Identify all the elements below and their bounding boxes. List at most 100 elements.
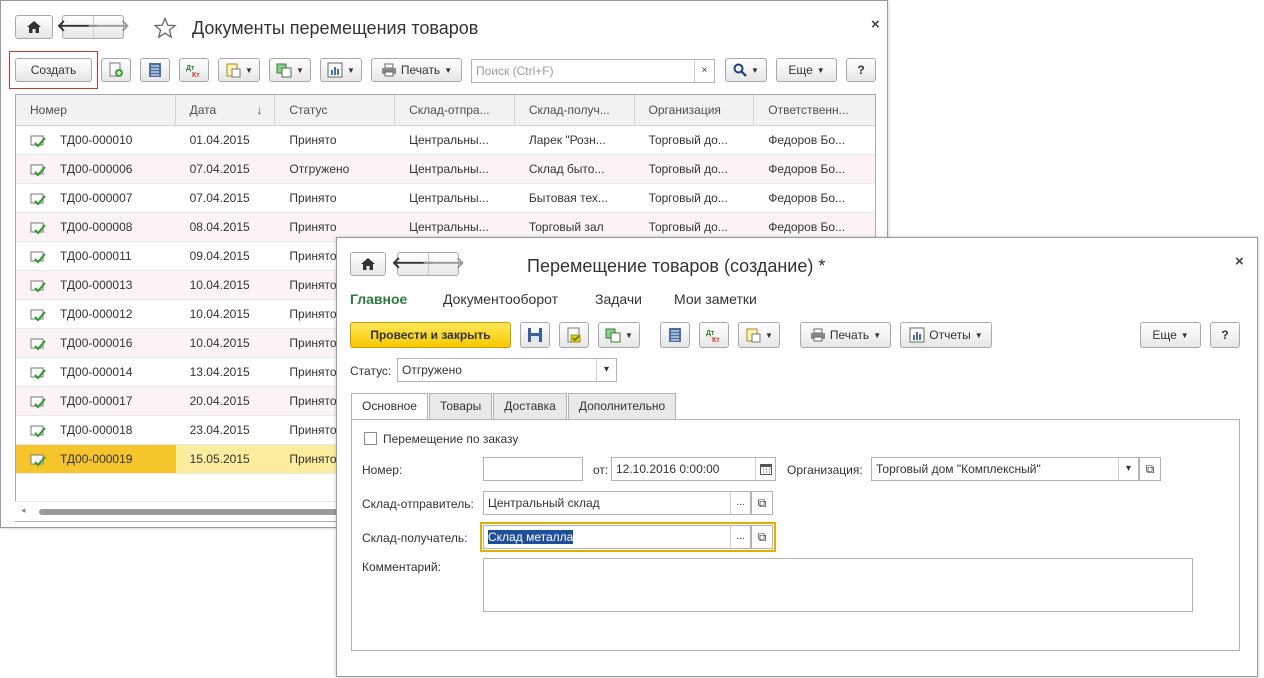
cell-responsible[interactable]: Федоров Бо... <box>754 155 875 183</box>
form-help-button[interactable]: ? <box>1210 322 1240 348</box>
cell-date[interactable]: 09.04.2015 <box>176 242 276 270</box>
close-list-window-button[interactable]: × <box>871 16 880 33</box>
table-row[interactable]: ТД00-000006 07.04.2015 Отгружено Центральны… <box>16 155 875 184</box>
menu-tab-my-notes[interactable]: Мои заметки <box>674 291 757 307</box>
organization-open-button[interactable]: ⧉ <box>1139 457 1161 481</box>
column-header-status[interactable]: Статус <box>275 95 396 126</box>
forward-button[interactable]: 🡒 <box>87 16 130 38</box>
form-related-documents-button[interactable]: ▼ <box>598 322 640 348</box>
cell-organization[interactable]: Торговый до... <box>635 184 755 212</box>
cell-sender[interactable]: Центральны... <box>395 184 515 212</box>
help-button[interactable]: ? <box>846 58 876 82</box>
cell-date[interactable]: 13.04.2015 <box>176 358 276 386</box>
cell-number[interactable]: ТД00-000016 <box>16 329 176 357</box>
post-and-close-button[interactable]: Провести и закрыть <box>350 322 511 348</box>
cell-date[interactable]: 08.04.2015 <box>176 213 276 241</box>
scrollbar-thumb[interactable] <box>39 509 379 515</box>
tab-goods[interactable]: Товары <box>428 393 493 420</box>
menu-tab-main[interactable]: Главное <box>350 291 407 307</box>
menu-tab-document-flow[interactable]: Документооборот <box>443 291 558 307</box>
cell-date[interactable]: 07.04.2015 <box>176 155 276 183</box>
date-input[interactable]: 12.10.2016 0:00:00 <box>611 457 776 481</box>
print-button[interactable]: Печать ▼ <box>371 58 462 82</box>
cell-number[interactable]: ТД00-000012 <box>16 300 176 328</box>
cell-date[interactable]: 07.04.2015 <box>176 184 276 212</box>
cell-sender[interactable]: Центральны... <box>395 126 515 154</box>
organization-select[interactable]: Торговый дом "Комплексный" ▾ <box>871 457 1139 481</box>
column-header-organization[interactable]: Организация <box>635 95 755 126</box>
scroll-left-icon[interactable]: ◂ <box>21 505 26 516</box>
clear-search-button[interactable]: × <box>694 60 714 82</box>
cell-date[interactable]: 20.04.2015 <box>176 387 276 415</box>
cell-number[interactable]: ТД00-000018 <box>16 416 176 444</box>
dt-kt-button[interactable]: Дт Кт <box>179 58 209 82</box>
cell-number[interactable]: ТД00-000008 <box>16 213 176 241</box>
cell-status[interactable]: Принято <box>275 184 395 212</box>
cell-receiver[interactable]: Склад быто... <box>515 155 635 183</box>
cell-number[interactable]: ТД00-000013 <box>16 271 176 299</box>
cell-receiver[interactable]: Бытовая тех... <box>515 184 635 212</box>
cell-sender[interactable]: Центральны... <box>395 155 515 183</box>
number-input[interactable] <box>483 457 583 481</box>
create-based-on-button[interactable]: ▼ <box>218 58 260 82</box>
form-print-button[interactable]: Печать ▼ <box>800 322 891 348</box>
cell-date[interactable]: 10.04.2015 <box>176 300 276 328</box>
favorite-star-icon[interactable] <box>153 17 177 39</box>
column-header-date[interactable]: Дата ↓ <box>176 95 276 126</box>
comment-textarea[interactable] <box>483 558 1193 612</box>
home-button[interactable] <box>15 15 53 39</box>
cell-number[interactable]: ТД00-000006 <box>16 155 176 183</box>
form-list-button[interactable] <box>660 322 690 348</box>
form-reports-button[interactable]: Отчеты ▼ <box>900 322 992 348</box>
tab-delivery[interactable]: Доставка <box>493 393 567 420</box>
column-header-number[interactable]: Номер <box>16 95 176 126</box>
related-documents-button[interactable]: ▼ <box>269 58 311 82</box>
by-order-checkbox[interactable] <box>364 432 377 445</box>
form-more-button[interactable]: Еще ▼ <box>1140 322 1201 348</box>
receiver-warehouse-input[interactable]: Склад металла ... <box>483 525 751 549</box>
cell-number[interactable]: ТД00-000010 <box>16 126 176 154</box>
tab-main[interactable]: Основное <box>351 393 428 421</box>
cell-responsible[interactable]: Федоров Бо... <box>754 184 875 212</box>
cell-date[interactable]: 10.04.2015 <box>176 329 276 357</box>
cell-date[interactable]: 01.04.2015 <box>176 126 276 154</box>
post-button[interactable] <box>559 322 589 348</box>
cell-date[interactable]: 10.04.2015 <box>176 271 276 299</box>
column-header-receiver[interactable]: Склад-получ... <box>515 95 635 126</box>
close-form-window-button[interactable]: × <box>1235 253 1244 270</box>
save-button[interactable] <box>520 322 550 348</box>
cell-date[interactable]: 23.04.2015 <box>176 416 276 444</box>
table-row[interactable]: ТД00-000010 01.04.2015 Принято Центральны..… <box>16 126 875 155</box>
reports-button[interactable]: ▼ <box>320 58 362 82</box>
create-copy-button[interactable] <box>101 58 131 82</box>
cell-number[interactable]: ТД00-000014 <box>16 358 176 386</box>
cell-organization[interactable]: Торговый до... <box>635 126 755 154</box>
cell-number[interactable]: ТД00-000019 <box>16 445 176 473</box>
sender-choose-button[interactable]: ... <box>730 492 750 514</box>
form-home-button[interactable] <box>350 252 386 276</box>
cell-date[interactable]: 15.05.2015 <box>176 445 276 473</box>
cell-receiver[interactable]: Ларек "Розн... <box>515 126 635 154</box>
cell-organization[interactable]: Торговый до... <box>635 155 755 183</box>
column-header-sender[interactable]: Склад-отпра... <box>395 95 515 126</box>
create-button[interactable]: Создать <box>15 58 92 82</box>
form-forward-button[interactable]: 🡒 <box>422 253 465 275</box>
menu-tab-tasks[interactable]: Задачи <box>595 291 642 307</box>
search-options-button[interactable]: ▼ <box>725 58 767 82</box>
cell-number[interactable]: ТД00-000017 <box>16 387 176 415</box>
form-create-based-on-button[interactable]: ▼ <box>738 322 780 348</box>
sender-open-button[interactable]: ⧉ <box>751 491 773 515</box>
list-settings-button[interactable] <box>140 58 170 82</box>
chevron-down-icon[interactable]: ▾ <box>596 359 616 381</box>
table-row[interactable]: ТД00-000007 07.04.2015 Принято Центральны..… <box>16 184 875 213</box>
chevron-down-icon[interactable]: ▾ <box>1118 458 1138 480</box>
more-button[interactable]: Еще ▼ <box>776 58 837 82</box>
search-input[interactable]: Поиск (Ctrl+F) × <box>471 59 715 83</box>
form-dt-kt-button[interactable]: Дт Кт <box>699 322 729 348</box>
cell-number[interactable]: ТД00-000011 <box>16 242 176 270</box>
status-select[interactable]: Отгружено ▾ <box>397 358 617 382</box>
receiver-open-button[interactable]: ⧉ <box>751 525 773 549</box>
column-header-responsible[interactable]: Ответственн... <box>754 95 875 126</box>
tab-additional[interactable]: Дополнительно <box>567 393 677 420</box>
cell-status[interactable]: Отгружено <box>275 155 395 183</box>
